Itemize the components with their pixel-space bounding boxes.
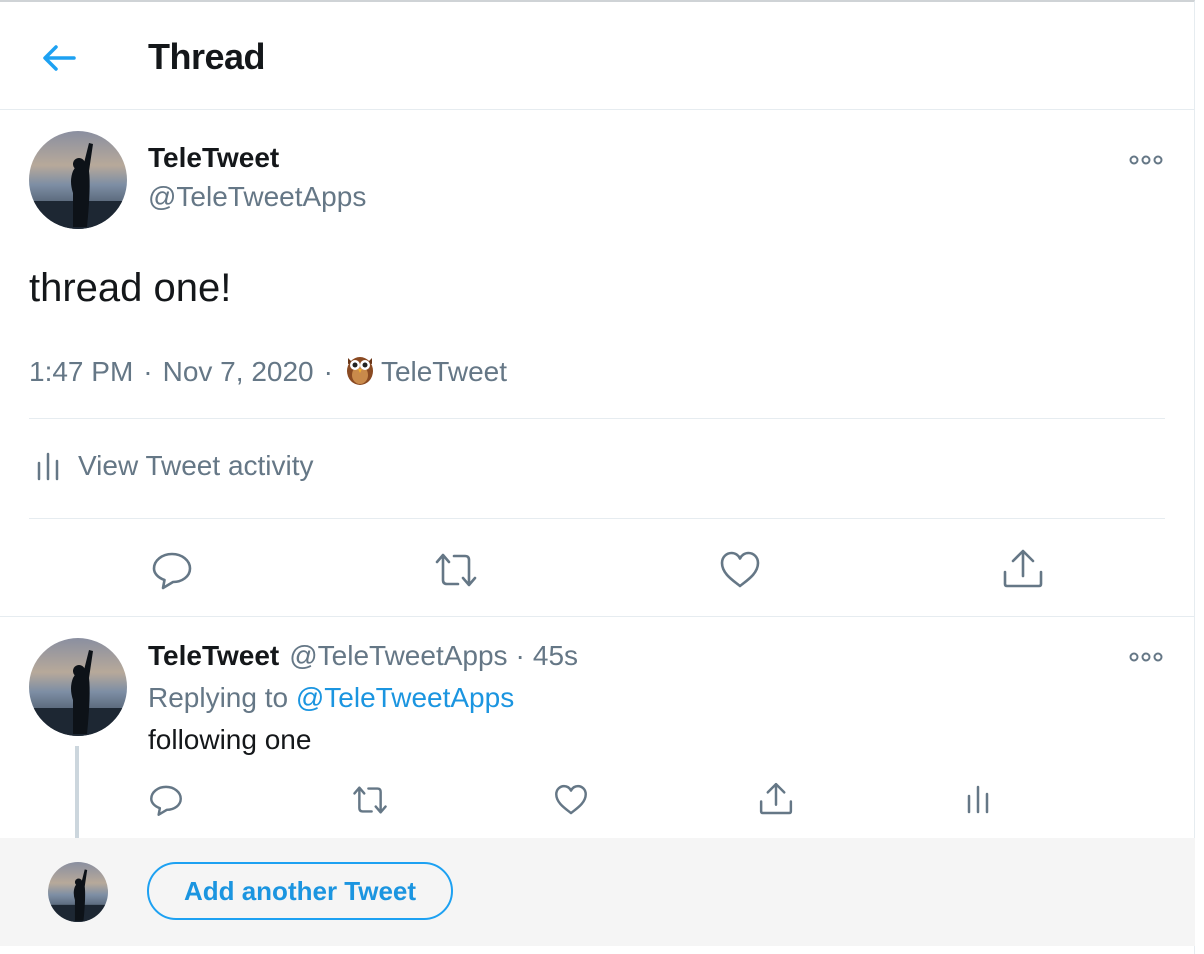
thread-panel: Thread TeleTweet @TeleTweetApps thread o… bbox=[0, 0, 1195, 954]
reply-header: TeleTweet @TeleTweetApps · 45s bbox=[148, 640, 578, 672]
more-button[interactable] bbox=[1128, 150, 1168, 170]
retweet-icon bbox=[353, 786, 387, 814]
reply-icon bbox=[150, 785, 182, 816]
analytics-button[interactable] bbox=[966, 784, 990, 819]
reply-author-name[interactable]: TeleTweet bbox=[148, 640, 279, 672]
like-button[interactable] bbox=[718, 548, 762, 597]
avatar-image bbox=[29, 638, 127, 736]
reply-author-handle[interactable]: @TeleTweetApps bbox=[289, 640, 507, 672]
like-button[interactable] bbox=[553, 782, 589, 823]
retweet-button[interactable] bbox=[432, 548, 480, 597]
tweet-time[interactable]: 1:47 PM bbox=[29, 356, 133, 388]
more-icon bbox=[1129, 652, 1163, 662]
replying-to: Replying to @TeleTweetApps bbox=[148, 682, 514, 714]
meta-separator: · bbox=[323, 355, 333, 387]
page-title: Thread bbox=[148, 36, 266, 77]
view-tweet-activity-link[interactable]: View Tweet activity bbox=[36, 450, 314, 482]
divider bbox=[29, 518, 1165, 519]
thread-connector-line bbox=[75, 746, 79, 838]
reply-tweet-text: following one bbox=[148, 724, 312, 755]
reply-time[interactable]: 45s bbox=[533, 640, 578, 672]
share-button[interactable] bbox=[1000, 546, 1046, 597]
tweet-meta: 1:47 PM · Nov 7, 2020 · TeleTweet bbox=[29, 350, 507, 393]
meta-separator: · bbox=[515, 640, 525, 671]
divider bbox=[0, 616, 1195, 617]
retweet-icon bbox=[435, 553, 477, 587]
activity-icon bbox=[967, 785, 989, 814]
back-arrow-icon bbox=[43, 45, 76, 71]
retweet-button[interactable] bbox=[350, 782, 390, 823]
more-button[interactable] bbox=[1128, 647, 1168, 667]
activity-label: View Tweet activity bbox=[78, 450, 314, 481]
like-icon bbox=[720, 551, 760, 588]
meta-separator: · bbox=[143, 355, 153, 387]
tweet-text: thread one! bbox=[29, 266, 232, 310]
divider bbox=[29, 418, 1165, 419]
avatar-image bbox=[29, 131, 127, 229]
back-button[interactable] bbox=[40, 40, 80, 76]
activity-icon bbox=[37, 452, 59, 481]
reply-icon bbox=[152, 552, 192, 590]
like-icon bbox=[555, 784, 587, 815]
owl-icon bbox=[345, 350, 375, 393]
replying-to-prefix: Replying to bbox=[148, 682, 289, 713]
tweet-source[interactable]: TeleTweet bbox=[381, 356, 507, 388]
add-another-tweet-button[interactable]: Add another Tweet bbox=[147, 862, 453, 920]
avatar[interactable] bbox=[29, 131, 127, 229]
author-handle[interactable]: @TeleTweetApps bbox=[148, 181, 366, 213]
share-icon bbox=[1003, 549, 1043, 588]
replying-to-mention[interactable]: @TeleTweetApps bbox=[296, 682, 514, 713]
share-icon bbox=[759, 782, 793, 815]
share-button[interactable] bbox=[757, 780, 795, 823]
more-icon bbox=[1129, 155, 1163, 165]
reply-button[interactable] bbox=[150, 548, 194, 597]
avatar-image bbox=[48, 862, 108, 922]
reply-button[interactable] bbox=[148, 782, 184, 823]
tweet-date[interactable]: Nov 7, 2020 bbox=[163, 356, 314, 388]
avatar[interactable] bbox=[48, 862, 108, 922]
author-name[interactable]: TeleTweet bbox=[148, 142, 279, 174]
avatar[interactable] bbox=[29, 638, 127, 736]
header-divider bbox=[0, 109, 1195, 110]
